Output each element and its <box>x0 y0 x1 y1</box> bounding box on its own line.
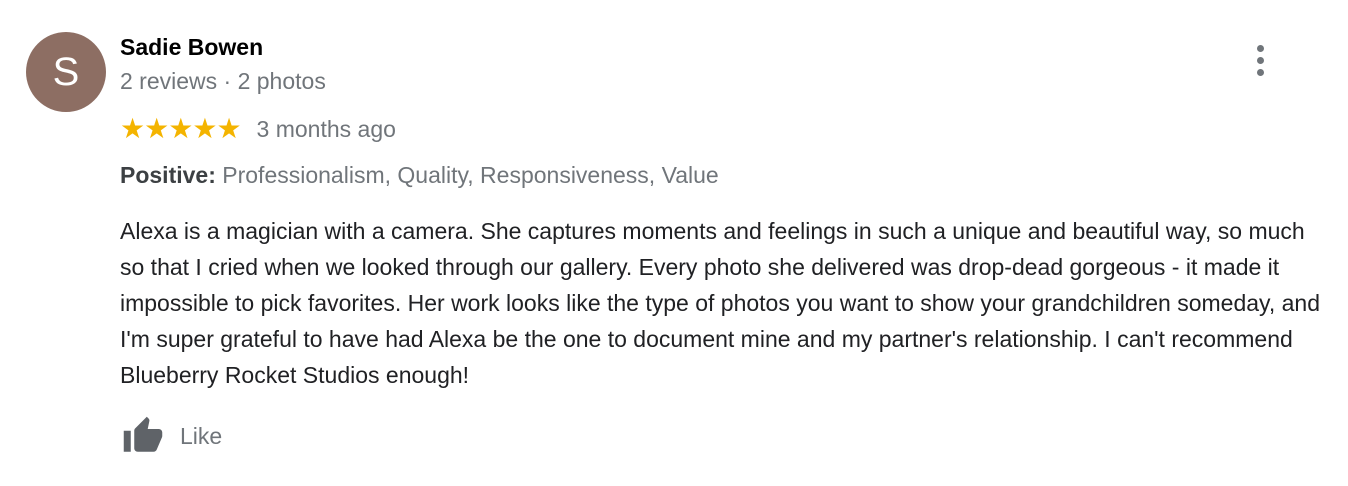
star-icon: ★ <box>192 112 217 145</box>
more-vert-icon-dot <box>1256 56 1264 64</box>
star-rating: ★ ★ ★ ★ ★ <box>120 112 242 145</box>
review-date: 3 months ago <box>256 116 396 142</box>
like-button[interactable]: Like <box>120 414 222 458</box>
author-name[interactable]: Sadie Bowen <box>120 32 263 62</box>
highlights-label: Positive: <box>120 162 216 188</box>
thumbs-up-icon <box>123 416 163 452</box>
more-vert-icon <box>1256 44 1264 52</box>
avatar-initial: S <box>52 50 80 94</box>
star-icon: ★ <box>168 112 193 145</box>
more-options-button[interactable] <box>1244 40 1276 80</box>
rating-row: ★ ★ ★ ★ ★ 3 months ago <box>120 112 396 146</box>
review-highlights: Positive: Professionalism, Quality, Resp… <box>120 160 719 190</box>
more-vert-icon-dot <box>1256 68 1264 76</box>
star-icon: ★ <box>120 112 145 145</box>
highlights-values: Professionalism, Quality, Responsiveness… <box>222 162 719 188</box>
like-label: Like <box>180 423 223 449</box>
avatar[interactable]: S <box>26 32 106 112</box>
author-meta[interactable]: 2 reviews · 2 photos <box>120 66 326 96</box>
star-icon: ★ <box>216 112 241 145</box>
review-text: Alexa is a magician with a camera. She c… <box>120 218 1321 388</box>
star-icon: ★ <box>144 112 169 145</box>
review-card: S Sadie Bowen 2 reviews · 2 photos ★ ★ ★ ★ ★… <box>0 0 1348 486</box>
